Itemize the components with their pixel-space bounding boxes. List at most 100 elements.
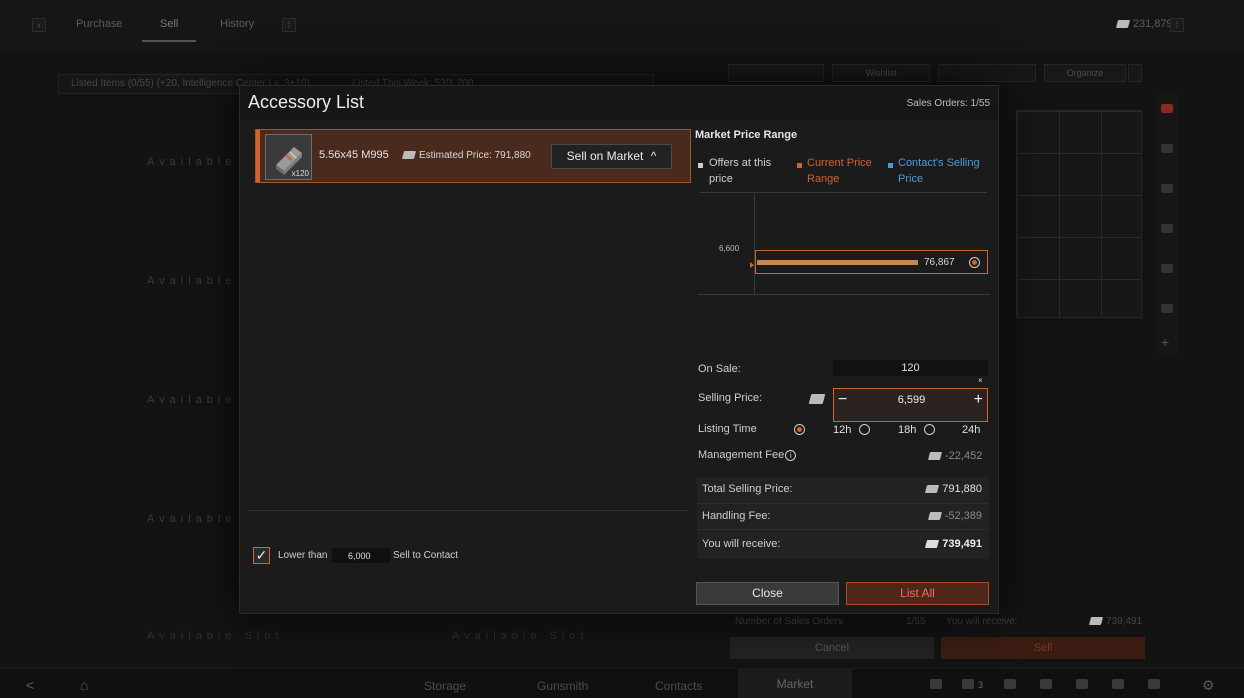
- settings-box-icon[interactable]: [1128, 64, 1142, 82]
- legend-contact-label: Contact's Selling Price: [898, 157, 980, 185]
- back-box-icon[interactable]: ‹: [32, 18, 46, 32]
- chat-icon[interactable]: [1004, 679, 1016, 689]
- selling-price-label: Selling Price:: [698, 392, 763, 404]
- menu-box-icon[interactable]: ⁞: [1170, 18, 1184, 32]
- light-icon[interactable]: [1076, 679, 1088, 689]
- lower-than-label: Lower than: [278, 550, 328, 561]
- legend-divider: [700, 192, 987, 193]
- selling-price-value[interactable]: 6,599: [858, 394, 965, 406]
- legend-contact: Contact's Selling Price: [888, 155, 990, 187]
- price-range-chart: 6,600 76,867: [698, 194, 990, 295]
- total-selling-row: Total Selling Price: 791,880: [697, 477, 989, 502]
- box-icon[interactable]: [1161, 224, 1173, 233]
- listing-24h-radio[interactable]: [924, 424, 935, 435]
- wishlist-button[interactable]: Wishlist: [832, 64, 930, 82]
- item-row[interactable]: x120 5.56x45 M995 Estimated Price: 791,8…: [255, 129, 691, 183]
- sell-to-contact-label: Sell to Contact: [393, 550, 459, 561]
- box-icon[interactable]: [1161, 184, 1173, 193]
- nav-gunsmith[interactable]: Gunsmith: [537, 679, 588, 693]
- legend-square: [698, 163, 703, 168]
- box-icon[interactable]: [1161, 144, 1173, 153]
- handling-fee-row: Handling Fee: -52,389: [697, 503, 989, 528]
- increase-button[interactable]: +: [974, 391, 983, 409]
- lower-than-input[interactable]: [332, 548, 390, 563]
- available-slot-6: Available Slot: [452, 630, 589, 642]
- gear-icon[interactable]: ⚙: [1202, 677, 1215, 694]
- estimated-price: Estimated Price: 791,880: [401, 150, 531, 161]
- selling-price-stepper[interactable]: − 6,599 +: [833, 388, 988, 422]
- sales-orders-label: Number of Sales Orders: [735, 616, 843, 627]
- handling-fee-label: Handling Fee:: [702, 510, 771, 522]
- listing-18h-radio[interactable]: [859, 424, 870, 435]
- cancel-button[interactable]: Cancel: [730, 637, 934, 659]
- handling-fee-value: -52,389: [927, 510, 982, 522]
- lower-than-checkbox[interactable]: ✓: [253, 547, 270, 564]
- list-icon[interactable]: [1148, 679, 1160, 689]
- on-sale-field[interactable]: 120: [833, 360, 988, 376]
- sort-button[interactable]: [938, 64, 1036, 82]
- mail-icon[interactable]: [1040, 679, 1052, 689]
- list-all-button[interactable]: List All: [846, 582, 989, 605]
- nav-storage[interactable]: Storage: [424, 679, 466, 693]
- management-fee-text: Management Fee: [698, 449, 785, 461]
- money-icon: [1115, 20, 1130, 28]
- accessory-list-modal: Accessory List Sales Orders: 1/55 x120 5…: [239, 85, 999, 614]
- estimated-price-text: Estimated Price: 791,880: [419, 150, 531, 161]
- price-marker-icon: [750, 262, 754, 268]
- decrease-button[interactable]: −: [838, 391, 847, 409]
- bg-receive-value: 739,491: [1088, 616, 1142, 627]
- info-icon[interactable]: i: [785, 450, 797, 461]
- organize-button[interactable]: Organize: [1044, 64, 1126, 82]
- chart-y-axis: [754, 194, 755, 294]
- sales-orders-count: Sales Orders: 1/55: [906, 98, 990, 109]
- tab-sell[interactable]: Sell: [142, 18, 197, 42]
- organize-label: Organize: [1066, 68, 1104, 78]
- money-icon: [808, 394, 826, 404]
- available-slot-5: Available Slot: [147, 630, 284, 642]
- more-box-icon[interactable]: ⁞: [282, 18, 296, 32]
- lower-than-row: ✓ Lower than Sell to Contact: [253, 546, 483, 566]
- nav-contacts[interactable]: Contacts: [655, 679, 702, 693]
- plus-icon[interactable]: +: [1161, 334, 1169, 350]
- box-icon[interactable]: [1161, 264, 1173, 273]
- modal-header: Accessory List Sales Orders: 1/55: [240, 86, 998, 120]
- home-icon[interactable]: ⌂: [80, 677, 88, 693]
- tab-history[interactable]: History: [220, 18, 254, 30]
- tab-purchase[interactable]: Purchase: [76, 18, 122, 30]
- sell-on-market-button[interactable]: Sell on Market ^: [551, 144, 672, 169]
- side-toolbar: +: [1156, 94, 1178, 354]
- filter-button[interactable]: [728, 64, 824, 82]
- nav-market[interactable]: Market: [738, 669, 852, 698]
- clear-icon[interactable]: ×: [978, 376, 983, 385]
- clipboard-icon[interactable]: [1112, 679, 1124, 689]
- money-icon: [927, 452, 943, 460]
- listing-18h-label[interactable]: 18h: [898, 424, 916, 436]
- listing-12h-radio[interactable]: [794, 424, 805, 435]
- money-icon: [401, 151, 417, 159]
- listing-24h-label[interactable]: 24h: [962, 424, 980, 436]
- management-fee-value: -22,452: [927, 450, 982, 462]
- sales-orders-value: 1/55: [906, 616, 926, 627]
- price-select-radio[interactable]: [969, 257, 980, 268]
- alert-icon[interactable]: [1161, 104, 1173, 113]
- listing-12h-label[interactable]: 12h: [833, 424, 851, 436]
- listing-time-label: Listing Time: [698, 423, 757, 435]
- friends-count: 3: [978, 680, 984, 690]
- receive-row: You will receive: 739,491: [697, 529, 989, 559]
- sell-on-market-label: Sell on Market: [566, 149, 644, 163]
- bg-sell-button[interactable]: Sell: [941, 637, 1145, 659]
- inventory-grid[interactable]: [1016, 110, 1142, 318]
- money-icon: [925, 540, 940, 548]
- legend-current-label: Current Price Range: [807, 157, 872, 185]
- chat-icon[interactable]: [1161, 304, 1173, 313]
- item-name: 5.56x45 M995: [319, 149, 389, 161]
- chart-price-tick: 6,600: [719, 244, 740, 253]
- wishlist-label: Wishlist: [865, 68, 897, 78]
- chart-x-axis: [698, 294, 990, 295]
- close-button[interactable]: Close: [696, 582, 839, 605]
- divider: [248, 510, 688, 511]
- modal-title: Accessory List: [248, 92, 365, 112]
- squad-icon[interactable]: [930, 679, 942, 689]
- friends-icon[interactable]: [962, 679, 974, 689]
- back-arrow-icon[interactable]: <: [26, 677, 34, 693]
